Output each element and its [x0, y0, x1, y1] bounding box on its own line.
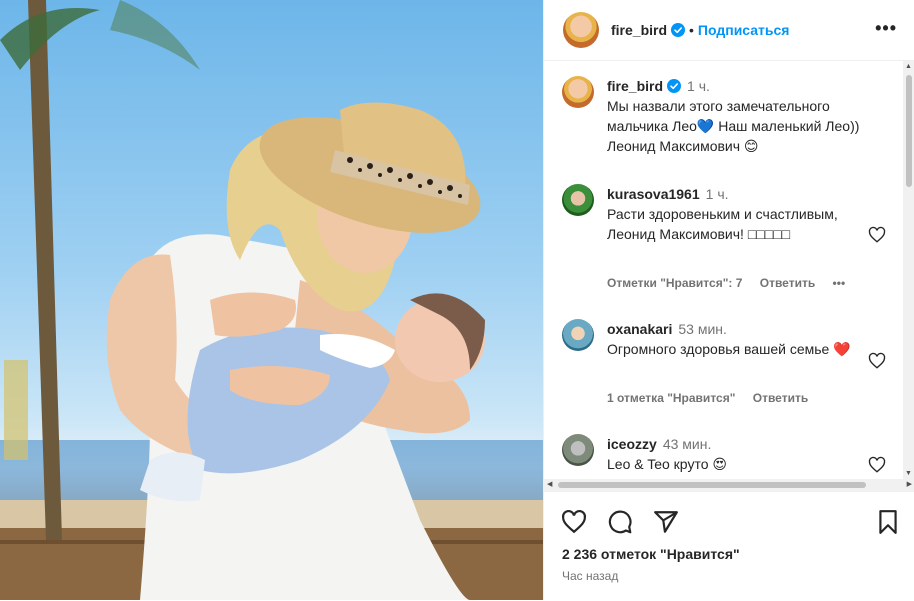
- post-like-count[interactable]: 2 236 отметок "Нравится": [562, 546, 740, 562]
- comment-item: oxanakari 53 мин. Огромного здоровья ваше…: [562, 319, 892, 409]
- comment-item: iceozzy 43 мин. Leo & Teo круто 😍: [562, 434, 892, 479]
- like-comment-heart-icon[interactable]: [868, 352, 886, 370]
- like-heart-icon[interactable]: [561, 509, 587, 535]
- comment-time: 1 ч.: [705, 186, 729, 202]
- post-photo[interactable]: [0, 0, 543, 600]
- caption-avatar[interactable]: [562, 76, 594, 108]
- comment-meta: 1 отметка "Нравится" Ответить: [607, 391, 822, 405]
- save-bookmark-icon[interactable]: [875, 509, 901, 535]
- comment-meta: Отметки "Нравится": 7 Ответить •••: [607, 276, 859, 290]
- scroll-left-arrow-icon[interactable]: ◀: [547, 480, 552, 488]
- verified-badge-icon: [671, 23, 686, 37]
- comment-text: Leo & Teo круто 😍: [607, 456, 727, 472]
- scroll-up-arrow-icon[interactable]: ▲: [905, 63, 912, 70]
- comment-username[interactable]: kurasova1961: [607, 186, 700, 202]
- scroll-right-arrow-icon[interactable]: ▶: [907, 480, 912, 488]
- vertical-scrollbar[interactable]: ▲ ▼: [903, 61, 914, 479]
- post-header: fire_bird • Подписаться •••: [544, 0, 914, 61]
- comment-like-count[interactable]: Отметки "Нравится": 7: [607, 276, 742, 290]
- comment-reply-button[interactable]: Ответить: [753, 391, 808, 405]
- comment-username[interactable]: oxanakari: [607, 321, 672, 337]
- commenter-avatar[interactable]: [562, 319, 594, 351]
- commenter-avatar[interactable]: [562, 434, 594, 466]
- comment-body: oxanakari 53 мин. Огромного здоровья ваше…: [607, 319, 872, 359]
- commenter-avatar[interactable]: [562, 184, 594, 216]
- comment-like-count[interactable]: 1 отметка "Нравится": [607, 391, 735, 405]
- comment-body: kurasova1961 1 ч. Расти здоровеньким и сч…: [607, 184, 872, 244]
- post-timestamp[interactable]: Час назад: [562, 569, 618, 583]
- caption-body: fire_bird 1 ч. Мы назвали этого замечател…: [607, 76, 872, 156]
- caption-username[interactable]: fire_bird: [607, 78, 663, 94]
- separator-dot: •: [689, 22, 694, 38]
- post-actions: 2 236 отметок "Нравится" Час назад: [544, 491, 914, 601]
- comment-bubble-icon[interactable]: [607, 509, 633, 535]
- author-username[interactable]: fire_bird: [611, 22, 667, 38]
- horizontal-scrollbar[interactable]: ◀ ▶: [544, 479, 914, 491]
- share-paper-plane-icon[interactable]: [653, 509, 679, 535]
- comment-more-icon[interactable]: •••: [833, 276, 846, 290]
- post-side-panel: fire_bird • Подписаться ••• fire_bird 1 ч…: [543, 0, 914, 600]
- caption-item: fire_bird 1 ч. Мы назвали этого замечател…: [562, 76, 892, 176]
- comments-list: fire_bird 1 ч. Мы назвали этого замечател…: [544, 61, 904, 479]
- caption-time: 1 ч.: [687, 78, 710, 94]
- comment-time: 53 мин.: [678, 321, 727, 337]
- verified-badge-icon: [667, 79, 682, 93]
- hscrollbar-thumb[interactable]: [558, 482, 866, 488]
- scroll-down-arrow-icon[interactable]: ▼: [905, 470, 912, 477]
- comment-time: 43 мин.: [662, 436, 712, 452]
- follow-button[interactable]: Подписаться: [698, 22, 790, 38]
- more-options-icon[interactable]: •••: [875, 18, 897, 39]
- comment-reply-button[interactable]: Ответить: [760, 276, 815, 290]
- comment-item: kurasova1961 1 ч. Расти здоровеньким и сч…: [562, 184, 892, 299]
- photo-illustration: [0, 0, 543, 600]
- like-comment-heart-icon[interactable]: [868, 226, 886, 244]
- comment-text: Огромного здоровья вашей семье ❤️: [607, 341, 851, 357]
- author-avatar[interactable]: [563, 12, 599, 48]
- like-comment-heart-icon[interactable]: [868, 456, 886, 474]
- comment-body: iceozzy 43 мин. Leo & Teo круто 😍: [607, 434, 872, 474]
- comment-text: Расти здоровеньким и счастливым, Леонид …: [607, 206, 838, 242]
- comment-username[interactable]: iceozzy: [607, 436, 657, 452]
- caption-text: Мы назвали этого замечательного мальчика…: [607, 98, 860, 154]
- scrollbar-thumb[interactable]: [906, 75, 912, 187]
